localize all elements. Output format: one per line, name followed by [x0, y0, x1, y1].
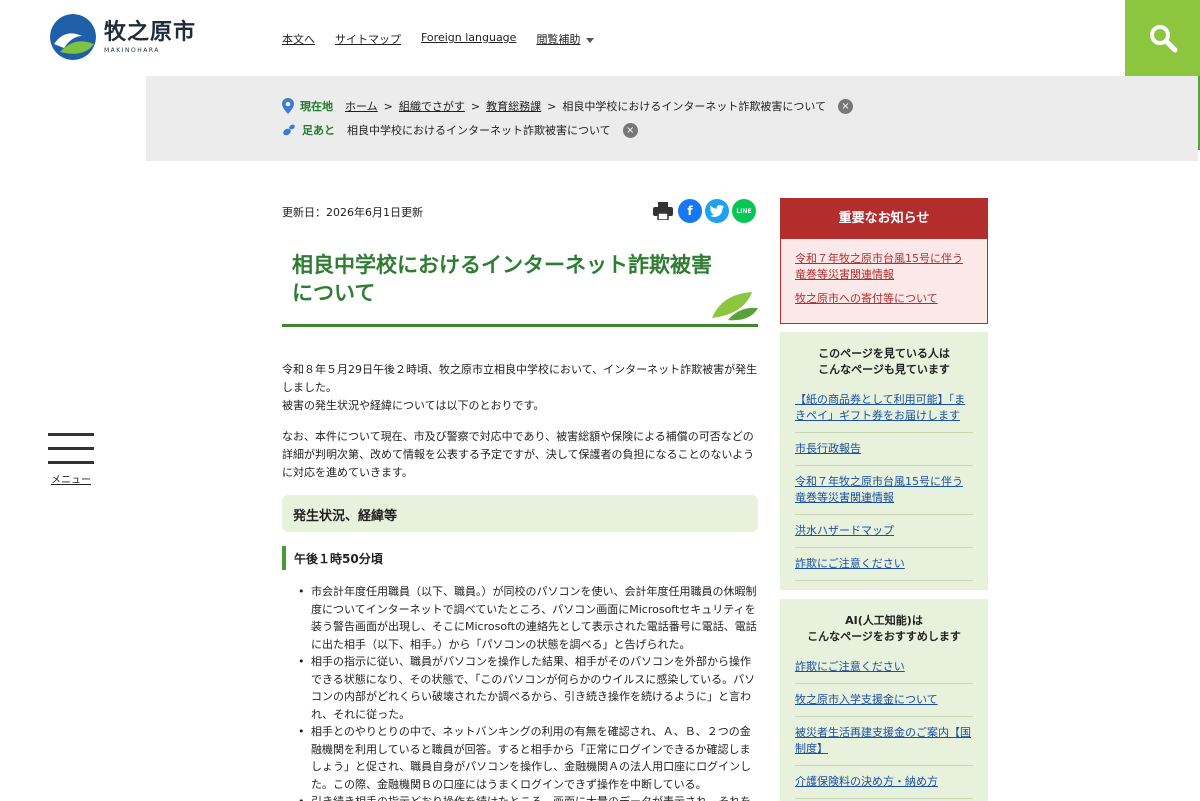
- notice-link[interactable]: 牧之原市への寄付等について: [781, 291, 987, 307]
- print-icon[interactable]: [651, 199, 675, 223]
- also-viewed-title-line: こんなページも見ています: [818, 363, 950, 376]
- also-viewed-link[interactable]: 令和７年牧之原市台風15号に伴う竜巻等災害関連情報: [795, 466, 973, 515]
- list-item: 相手とのやりとりの中で、ネットバンキングの利用の有無を確認され、Ａ、Ｂ、２つの金…: [294, 723, 758, 793]
- footprint-icon: [283, 124, 295, 136]
- site-name: 牧之原市: [104, 19, 197, 45]
- hamburger-bar: [48, 461, 94, 464]
- notice-title: 重要なお知らせ: [781, 199, 987, 239]
- chevron-down-icon: [586, 37, 595, 43]
- ai-recommend-panel: AI(人工知能)は こんなページをおすすめします 詐欺にご注意ください 牧之原市…: [780, 599, 988, 801]
- sub-heading: 午後１時50分頃: [282, 546, 758, 570]
- breadcrumb-education-division[interactable]: 教育総務課: [486, 98, 541, 114]
- notice-link[interactable]: 令和７年牧之原市台風15号に伴う竜巻等災害関連情報: [781, 251, 987, 283]
- ai-recommend-link[interactable]: 詐欺にご注意ください: [795, 651, 973, 684]
- site-logo[interactable]: 牧之原市 MAKINOHARA: [50, 14, 196, 60]
- sitemap-link[interactable]: サイトマップ: [335, 31, 401, 47]
- list-item: 相手の指示に従い、職員がパソコンを操作した結果、相手がそのパソコンを外部から操作…: [294, 653, 758, 723]
- intro-paragraph: 令和８年５月29日午後２時頃、牧之原市立相良中学校において、インターネット詐欺被…: [282, 363, 758, 394]
- skip-to-content-link[interactable]: 本文へ: [282, 31, 315, 47]
- also-viewed-link[interactable]: 詐欺にご注意ください: [795, 548, 973, 581]
- history-label: 足あと: [302, 124, 335, 137]
- location-pin-icon: [282, 98, 294, 114]
- also-viewed-link[interactable]: 【紙の商品券として利用可能】「まきペイ」ギフト券をお届けします: [795, 384, 973, 433]
- close-icon[interactable]: ×: [838, 98, 853, 114]
- breadcrumb: 現在地 ホーム > 組織でさがす > 教育総務課 > 相良中学校におけるインター…: [282, 98, 853, 114]
- ai-recommend-title: AI(人工知能)は こんなページをおすすめします: [780, 599, 988, 645]
- breadcrumb-band: [146, 76, 1198, 161]
- intro-text: 令和８年５月29日午後２時頃、牧之原市立相良中学校において、インターネット詐欺被…: [282, 361, 758, 415]
- also-viewed-title: このページを見ている人は こんなページも見ています: [780, 332, 988, 378]
- facebook-icon[interactable]: f: [678, 199, 702, 223]
- page-title-block: 相良中学校におけるインターネット詐欺被害について: [282, 245, 758, 327]
- menu-label: メニュー: [51, 475, 91, 486]
- top-nav: 本文へ サイトマップ Foreign language 閲覧補助: [282, 31, 595, 47]
- ai-recommend-link[interactable]: 牧之原市入学支援金について: [795, 684, 973, 717]
- list-item: 引き続き相手の指示どおり操作を続けたところ、画面に大量のデータが表示され、それを: [294, 793, 758, 801]
- close-icon[interactable]: ×: [622, 122, 638, 138]
- site-name-en: MAKINOHARA: [104, 46, 160, 54]
- breadcrumb-current: 相良中学校におけるインターネット詐欺被害について: [562, 100, 826, 113]
- breadcrumb-separator: >: [470, 99, 481, 113]
- incident-list: 市会計年度任用職員（以下、職員。）が同校のパソコンを使い、会計年度任用職員の休暇…: [294, 583, 758, 801]
- twitter-icon[interactable]: [705, 199, 729, 223]
- breadcrumb-home[interactable]: ホーム: [345, 98, 378, 114]
- ai-recommend-title-line: AI(人工知能)は: [845, 614, 923, 627]
- important-notice-box: 重要なお知らせ 令和７年牧之原市台風15号に伴う竜巻等災害関連情報 牧之原市への…: [780, 198, 988, 324]
- hamburger-bar: [48, 447, 94, 450]
- intro-paragraph: 被害の発生状況や経緯については以下のとおりです。: [282, 399, 545, 412]
- ai-recommend-link[interactable]: 介護保険料の決め方・納め方: [795, 766, 973, 799]
- ai-recommend-title-line: こんなページをおすすめします: [807, 630, 961, 643]
- history-trail: 足あと 相良中学校におけるインターネット詐欺被害について ×: [282, 122, 638, 138]
- search-icon: [1149, 25, 1177, 53]
- share-buttons: f LINE: [651, 199, 756, 223]
- list-item: 市会計年度任用職員（以下、職員。）が同校のパソコンを使い、会計年度任用職員の休暇…: [294, 583, 758, 653]
- foreign-language-link[interactable]: Foreign language: [421, 31, 516, 47]
- line-icon[interactable]: LINE: [732, 199, 756, 223]
- notice-paragraph: なお、本件について現在、市及び警察で対応中であり、被害総額や保険による補償の可否…: [282, 430, 755, 479]
- breadcrumb-organization[interactable]: 組織でさがす: [399, 98, 465, 114]
- updated-date: 更新日：2026年6月1日更新: [282, 206, 423, 219]
- history-item[interactable]: 相良中学校におけるインターネット詐欺被害について: [347, 122, 611, 138]
- menu-button[interactable]: メニュー: [48, 433, 94, 486]
- also-viewed-title-line: このページを見ている人は: [818, 347, 950, 360]
- breadcrumb-separator: >: [547, 99, 557, 113]
- hamburger-icon: [48, 433, 94, 436]
- breadcrumb-label: 現在地: [300, 100, 333, 113]
- also-viewed-link[interactable]: 洪水ハザードマップ: [795, 515, 973, 548]
- also-viewed-panel: このページを見ている人は こんなページも見ています 【紙の商品券として利用可能】…: [780, 332, 988, 590]
- accessibility-link[interactable]: 閲覧補助: [536, 33, 580, 46]
- leaf-decoration-icon: [712, 292, 758, 321]
- section-heading: 発生状況、経緯等: [282, 495, 758, 532]
- page-title: 相良中学校におけるインターネット詐欺被害について: [292, 253, 712, 305]
- breadcrumb-separator: >: [383, 99, 393, 113]
- accessibility-menu[interactable]: 閲覧補助: [536, 31, 595, 47]
- search-button[interactable]: [1125, 0, 1200, 76]
- logo-mark-icon: [50, 14, 96, 60]
- also-viewed-link[interactable]: 市長行政報告: [795, 433, 973, 466]
- ai-recommend-link[interactable]: 被災者生活再建支援金のご案内【国制度】: [795, 717, 973, 766]
